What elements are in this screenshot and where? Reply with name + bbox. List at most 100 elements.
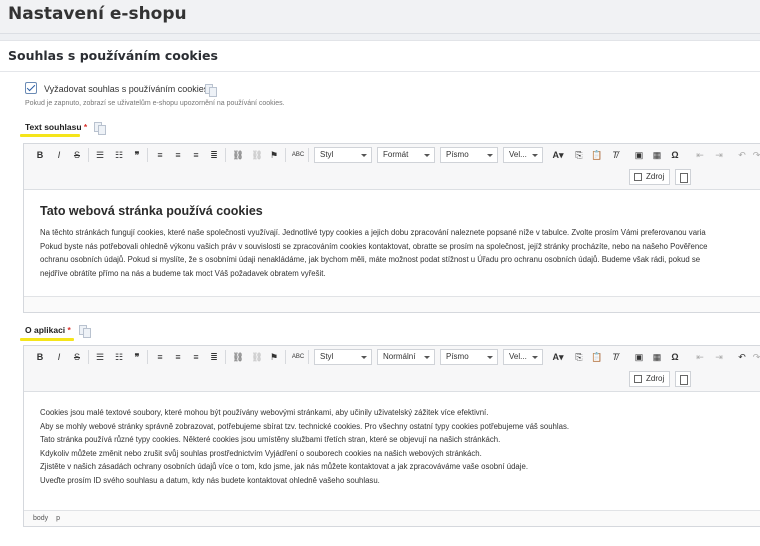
align-right-icon[interactable]: ≡	[190, 350, 202, 364]
bulleted-list-icon[interactable]: ☰	[94, 148, 106, 162]
format-combo[interactable]: Formát	[377, 147, 435, 163]
translate-icon[interactable]	[94, 122, 106, 135]
size-combo[interactable]: Vel...	[503, 349, 543, 365]
source-button-label: Zdroj	[646, 374, 665, 383]
align-left-icon[interactable]: ≡	[154, 350, 166, 364]
link-icon[interactable]: ⛓	[232, 148, 244, 162]
align-right-icon[interactable]: ≡	[190, 148, 202, 162]
spellcheck-icon[interactable]: ABC	[291, 350, 305, 364]
strike-button[interactable]: S	[71, 350, 83, 364]
outdent-icon[interactable]: ⇤	[694, 350, 706, 364]
align-left-icon[interactable]: ≡	[154, 148, 166, 162]
path-item-p[interactable]: p	[56, 515, 60, 522]
image-icon[interactable]: ▣	[633, 350, 645, 364]
consent-hint: Pokud je zapnuto, zobrazí se uživatelům …	[25, 100, 285, 107]
content-line: Na těchto stránkách fungují cookies, kte…	[40, 228, 706, 237]
toolbar-separator	[88, 350, 89, 364]
required-mark: *	[67, 325, 71, 335]
top-bar: Nastavení e-shopu	[0, 0, 760, 34]
clear-format-icon[interactable]: T̸	[609, 148, 621, 162]
image-icon[interactable]: ▣	[633, 148, 645, 162]
content-line: Tato stránka používá různé typy cookies.…	[40, 435, 501, 444]
bold-button[interactable]: B	[34, 148, 46, 162]
bold-button[interactable]: B	[34, 350, 46, 364]
source-button-label: Zdroj	[646, 172, 665, 181]
italic-button[interactable]: I	[53, 148, 65, 162]
text-color-icon[interactable]: A▾	[548, 148, 568, 162]
source-button[interactable]: Zdroj	[629, 169, 670, 185]
element-path-bar: body p	[24, 510, 760, 526]
indent-icon[interactable]: ⇥	[713, 350, 725, 364]
undo-icon[interactable]: ↶	[736, 350, 748, 364]
align-center-icon[interactable]: ≡	[172, 148, 184, 162]
editor-content[interactable]: Cookies jsou malé textové soubory, které…	[24, 406, 760, 494]
numbered-list-icon[interactable]: ☷	[113, 350, 125, 364]
content-line: Pokud byste nás potřebovali ohledně výko…	[40, 241, 708, 251]
toolbar-separator	[88, 148, 89, 162]
toolbar-separator	[147, 148, 148, 162]
italic-button[interactable]: I	[53, 350, 65, 364]
numbered-list-icon[interactable]: ☷	[113, 148, 125, 162]
blockquote-icon[interactable]: ❞	[131, 350, 143, 364]
translate-icon[interactable]	[79, 325, 91, 338]
anchor-flag-icon[interactable]: ⚑	[268, 350, 280, 364]
unlink-icon[interactable]: ⛓	[251, 350, 263, 364]
text-consent-label: Text souhlasu *	[25, 122, 87, 132]
font-combo[interactable]: Písmo	[440, 349, 498, 365]
source-button[interactable]: Zdroj	[629, 371, 670, 387]
text-consent-editor[interactable]: B I S ☰ ☷ ❞ ≡ ≡ ≡ ≣ ⛓ ⛓ ⚑ ABC Styl Formá…	[23, 143, 760, 313]
toolbar-separator	[285, 148, 286, 162]
style-combo[interactable]: Styl	[314, 147, 372, 163]
indent-icon[interactable]: ⇥	[713, 148, 725, 162]
toolbar-separator	[225, 350, 226, 364]
font-combo[interactable]: Písmo	[440, 147, 498, 163]
content-line: Cookies jsou malé textové soubory, které…	[40, 408, 489, 417]
table-icon[interactable]: ▦	[651, 148, 663, 162]
size-combo[interactable]: Vel...	[503, 147, 543, 163]
text-color-icon[interactable]: A▾	[548, 350, 568, 364]
format-combo[interactable]: Normální	[377, 349, 435, 365]
special-char-icon[interactable]: Ω	[669, 350, 681, 364]
paste-icon[interactable]: 📋	[591, 350, 603, 364]
require-consent-label[interactable]: Vyžadovat souhlas s používáním cookies	[44, 84, 208, 94]
editor-statusbar	[24, 296, 760, 312]
required-mark: *	[83, 122, 88, 132]
blockquote-icon[interactable]: ❞	[131, 148, 143, 162]
editor-toolbar: B I S ☰ ☷ ❞ ≡ ≡ ≡ ≣ ⛓ ⛓ ⚑ ABC Styl Formá…	[24, 144, 760, 190]
spellcheck-icon[interactable]: ABC	[291, 148, 305, 162]
unlink-icon[interactable]: ⛓	[251, 148, 263, 162]
align-center-icon[interactable]: ≡	[172, 350, 184, 364]
path-item-body[interactable]: body	[33, 515, 48, 522]
editor-content[interactable]: Tato webová stránka používá cookies Na t…	[24, 204, 760, 284]
editor-toolbar: B I S ☰ ☷ ❞ ≡ ≡ ≡ ≣ ⛓ ⛓ ⚑ ABC Styl Normá…	[24, 346, 760, 392]
clear-format-icon[interactable]: T̸	[609, 350, 621, 364]
anchor-flag-icon[interactable]: ⚑	[268, 148, 280, 162]
justify-icon[interactable]: ≣	[208, 350, 220, 364]
redo-icon[interactable]: ↷	[752, 148, 760, 162]
maximize-button[interactable]	[675, 371, 691, 387]
label-highlight	[20, 338, 74, 341]
toolbar-separator	[285, 350, 286, 364]
redo-icon[interactable]: ↷	[752, 350, 760, 364]
maximize-button[interactable]	[675, 169, 691, 185]
style-combo[interactable]: Styl	[314, 349, 372, 365]
special-char-icon[interactable]: Ω	[669, 148, 681, 162]
toolbar-separator	[308, 148, 309, 162]
copy-icon[interactable]: ⎘	[573, 148, 585, 162]
about-editor[interactable]: B I S ☰ ☷ ❞ ≡ ≡ ≡ ≣ ⛓ ⛓ ⚑ ABC Styl Normá…	[23, 345, 760, 527]
translate-icon[interactable]	[205, 84, 217, 97]
table-icon[interactable]: ▦	[651, 350, 663, 364]
source-icon	[634, 375, 642, 383]
require-consent-checkbox[interactable]	[25, 82, 37, 94]
section-title: Souhlas s používáním cookies	[8, 48, 218, 63]
outdent-icon[interactable]: ⇤	[694, 148, 706, 162]
section-divider	[0, 71, 760, 72]
about-label-text: O aplikaci	[25, 325, 66, 335]
justify-icon[interactable]: ≣	[208, 148, 220, 162]
undo-icon[interactable]: ↶	[736, 148, 748, 162]
link-icon[interactable]: ⛓	[232, 350, 244, 364]
bulleted-list-icon[interactable]: ☰	[94, 350, 106, 364]
paste-icon[interactable]: 📋	[591, 148, 603, 162]
copy-icon[interactable]: ⎘	[573, 350, 585, 364]
strike-button[interactable]: S	[71, 148, 83, 162]
